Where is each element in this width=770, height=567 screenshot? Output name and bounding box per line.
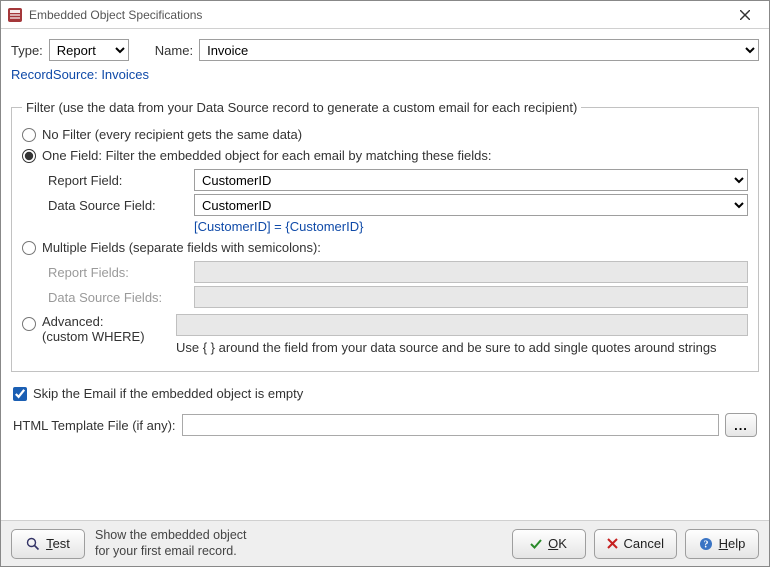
window-title: Embedded Object Specifications (29, 8, 725, 22)
radio-advanced-label1: Advanced: (42, 314, 170, 329)
skip-email-row: Skip the Email if the embedded object is… (13, 386, 757, 401)
ok-button-rest: K (558, 536, 567, 551)
type-label: Type: (11, 43, 43, 58)
check-icon (530, 538, 542, 550)
radio-one-field-row: One Field: Filter the embedded object fo… (22, 148, 748, 163)
template-file-input[interactable] (182, 414, 719, 436)
test-button[interactable]: Test (11, 529, 85, 559)
help-button-u: H (719, 536, 728, 551)
help-button-rest: elp (728, 536, 745, 551)
name-combo[interactable]: Invoice (199, 39, 759, 61)
ok-button[interactable]: OK (512, 529, 586, 559)
footer-message-line1: Show the embedded object (95, 528, 502, 544)
radio-advanced-label2: (custom WHERE) (42, 329, 170, 344)
report-field-combo[interactable]: CustomerID (194, 169, 748, 191)
skip-email-label: Skip the Email if the embedded object is… (33, 386, 303, 401)
help-icon: ? (699, 537, 713, 551)
record-source-text: RecordSource: Invoices (11, 67, 759, 82)
template-row: HTML Template File (if any): ... (13, 413, 757, 437)
footer-message: Show the embedded object for your first … (95, 528, 502, 559)
help-button[interactable]: ? Help (685, 529, 759, 559)
app-icon (7, 7, 23, 23)
test-button-rest: est (53, 536, 70, 551)
radio-no-filter-row: No Filter (every recipient gets the same… (22, 127, 748, 142)
radio-multiple-fields-row: Multiple Fields (separate fields with se… (22, 240, 748, 255)
ok-button-u: O (548, 536, 558, 551)
report-fields-label: Report Fields: (48, 265, 188, 280)
magnifier-icon (26, 537, 40, 551)
footer-message-line2: for your first email record. (95, 544, 502, 560)
radio-no-filter[interactable] (22, 128, 36, 142)
advanced-hint: Use { } around the field from your data … (176, 340, 748, 355)
footer: Test Show the embedded object for your f… (1, 520, 769, 566)
radio-advanced-row: Advanced: (custom WHERE) Use { } around … (22, 314, 748, 355)
cancel-button[interactable]: Cancel (594, 529, 677, 559)
type-combo[interactable]: Report (49, 39, 129, 61)
browse-button[interactable]: ... (725, 413, 757, 437)
radio-no-filter-label: No Filter (every recipient gets the same… (42, 127, 302, 142)
data-source-field-combo[interactable]: CustomerID (194, 194, 748, 216)
report-fields-input (194, 261, 748, 283)
cancel-button-label: Cancel (624, 536, 664, 551)
radio-multiple-fields-label: Multiple Fields (separate fields with se… (42, 240, 321, 255)
radio-one-field-label: One Field: Filter the embedded object fo… (42, 148, 491, 163)
data-source-fields-label: Data Source Fields: (48, 290, 188, 305)
filter-legend: Filter (use the data from your Data Sour… (22, 100, 581, 115)
data-source-fields-input (194, 286, 748, 308)
filter-groupbox: Filter (use the data from your Data Sour… (11, 100, 759, 372)
content-area: Type: Report Name: Invoice RecordSource:… (1, 29, 769, 520)
skip-email-checkbox[interactable] (13, 387, 27, 401)
template-label: HTML Template File (if any): (13, 418, 176, 433)
radio-advanced[interactable] (22, 317, 36, 331)
radio-multiple-fields[interactable] (22, 241, 36, 255)
svg-text:?: ? (703, 539, 708, 550)
data-source-field-label: Data Source Field: (48, 198, 188, 213)
filter-formula: [CustomerID] = {CustomerID} (48, 219, 748, 234)
advanced-where-input (176, 314, 748, 336)
x-icon (607, 538, 618, 549)
titlebar: Embedded Object Specifications (1, 1, 769, 29)
close-button[interactable] (725, 1, 765, 28)
report-field-label: Report Field: (48, 173, 188, 188)
radio-one-field[interactable] (22, 149, 36, 163)
name-label: Name: (155, 43, 193, 58)
